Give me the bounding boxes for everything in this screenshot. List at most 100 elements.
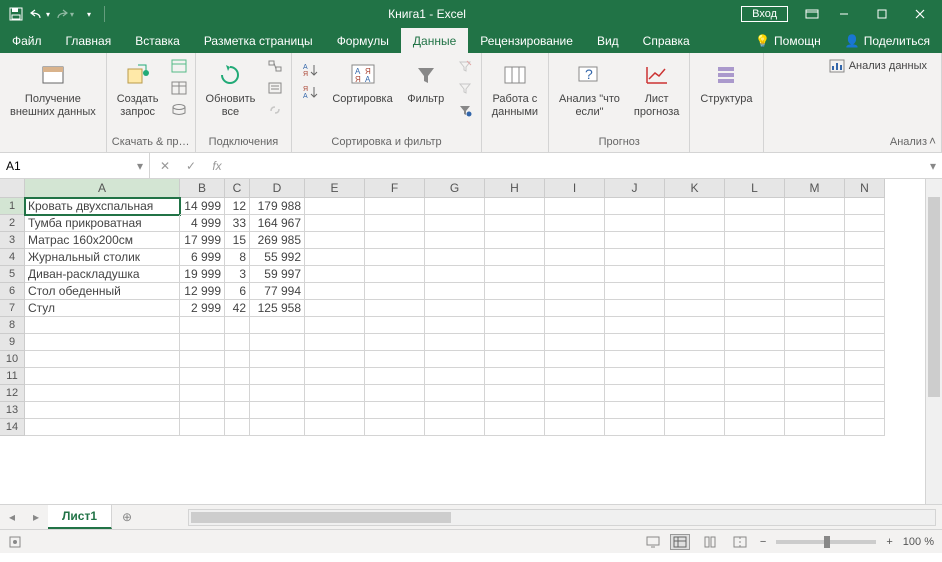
cell[interactable]: [225, 317, 250, 334]
cell[interactable]: [365, 215, 425, 232]
cell[interactable]: [545, 334, 605, 351]
cell[interactable]: 3: [225, 266, 250, 283]
cell[interactable]: [785, 385, 845, 402]
column-header[interactable]: A: [25, 179, 180, 198]
cell[interactable]: [545, 249, 605, 266]
cell[interactable]: [605, 283, 665, 300]
cell[interactable]: [425, 402, 485, 419]
tell-me-button[interactable]: 💡Помощн: [743, 28, 833, 53]
cell[interactable]: [545, 232, 605, 249]
sort-asc-icon[interactable]: AЯ: [298, 59, 322, 81]
column-header[interactable]: J: [605, 179, 665, 198]
tab-page-layout[interactable]: Разметка страницы: [192, 28, 325, 53]
column-header[interactable]: L: [725, 179, 785, 198]
cell[interactable]: [425, 368, 485, 385]
cell[interactable]: 2 999: [180, 300, 225, 317]
cell[interactable]: [485, 198, 545, 215]
show-queries-icon[interactable]: [167, 55, 191, 77]
cell[interactable]: [605, 419, 665, 436]
cell[interactable]: [365, 232, 425, 249]
cell[interactable]: [225, 368, 250, 385]
cell[interactable]: [845, 249, 885, 266]
cell[interactable]: Диван-раскладушка: [25, 266, 180, 283]
cell[interactable]: [725, 419, 785, 436]
cell[interactable]: [365, 402, 425, 419]
cell[interactable]: Стул: [25, 300, 180, 317]
cell[interactable]: 33: [225, 215, 250, 232]
column-header[interactable]: M: [785, 179, 845, 198]
cell[interactable]: [305, 368, 365, 385]
cell[interactable]: [605, 215, 665, 232]
ribbon-display-icon[interactable]: [798, 3, 826, 25]
chevron-down-icon[interactable]: ▾: [137, 159, 143, 173]
cell[interactable]: [25, 351, 180, 368]
cell[interactable]: [485, 215, 545, 232]
cell[interactable]: [305, 402, 365, 419]
cell[interactable]: 8: [225, 249, 250, 266]
cell[interactable]: [665, 402, 725, 419]
cell[interactable]: [845, 385, 885, 402]
cell[interactable]: [665, 419, 725, 436]
cell[interactable]: [180, 402, 225, 419]
cell[interactable]: [785, 300, 845, 317]
cell[interactable]: [725, 232, 785, 249]
cell[interactable]: [665, 232, 725, 249]
cell[interactable]: [605, 249, 665, 266]
cell[interactable]: [605, 334, 665, 351]
refresh-all-button[interactable]: Обновить все: [200, 55, 262, 123]
cell[interactable]: [180, 351, 225, 368]
cell[interactable]: 6: [225, 283, 250, 300]
cell[interactable]: [425, 266, 485, 283]
cell[interactable]: 55 992: [250, 249, 305, 266]
cell[interactable]: [365, 317, 425, 334]
cell[interactable]: [785, 283, 845, 300]
cell[interactable]: [605, 300, 665, 317]
cell[interactable]: [25, 368, 180, 385]
cell[interactable]: [305, 351, 365, 368]
cell[interactable]: [545, 198, 605, 215]
cell[interactable]: [785, 419, 845, 436]
cell[interactable]: [180, 317, 225, 334]
cell[interactable]: [305, 334, 365, 351]
cell[interactable]: 164 967: [250, 215, 305, 232]
reapply-icon[interactable]: [453, 77, 477, 99]
tab-review[interactable]: Рецензирование: [468, 28, 585, 53]
recent-sources-icon[interactable]: [167, 99, 191, 121]
cell[interactable]: [725, 317, 785, 334]
cell[interactable]: [845, 368, 885, 385]
tab-formulas[interactable]: Формулы: [325, 28, 401, 53]
cell[interactable]: [605, 368, 665, 385]
cell[interactable]: [665, 334, 725, 351]
cell[interactable]: [665, 368, 725, 385]
sheet-tab[interactable]: Лист1: [48, 505, 112, 529]
save-icon[interactable]: [6, 4, 26, 24]
filter-button[interactable]: Фильтр: [401, 55, 451, 110]
cell[interactable]: [485, 249, 545, 266]
cell[interactable]: [545, 351, 605, 368]
row-header[interactable]: 1: [0, 198, 25, 215]
cell[interactable]: [305, 249, 365, 266]
cell[interactable]: [785, 351, 845, 368]
forecast-sheet-button[interactable]: Лист прогноза: [628, 55, 685, 123]
cell[interactable]: [605, 266, 665, 283]
cell[interactable]: [725, 198, 785, 215]
formula-input[interactable]: [234, 159, 922, 173]
cell[interactable]: [545, 402, 605, 419]
scrollbar-thumb[interactable]: [191, 512, 451, 523]
edit-links-icon[interactable]: [263, 99, 287, 121]
column-header[interactable]: N: [845, 179, 885, 198]
cell[interactable]: [545, 317, 605, 334]
cell[interactable]: 77 994: [250, 283, 305, 300]
cell[interactable]: [365, 300, 425, 317]
cell[interactable]: [305, 232, 365, 249]
cell[interactable]: [665, 198, 725, 215]
cell[interactable]: 14 999: [180, 198, 225, 215]
cell[interactable]: Матрас 160х200см: [25, 232, 180, 249]
cell[interactable]: [545, 419, 605, 436]
cell[interactable]: [545, 283, 605, 300]
cell[interactable]: [725, 334, 785, 351]
cell[interactable]: [785, 215, 845, 232]
from-table-icon[interactable]: [167, 77, 191, 99]
sort-desc-icon[interactable]: ЯA: [298, 81, 322, 103]
cell[interactable]: [425, 300, 485, 317]
